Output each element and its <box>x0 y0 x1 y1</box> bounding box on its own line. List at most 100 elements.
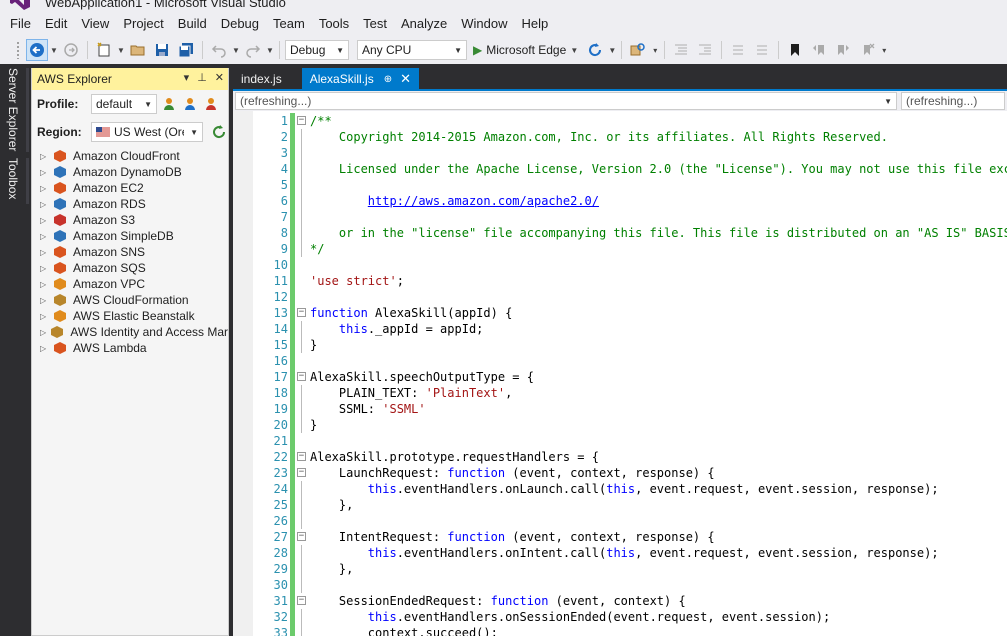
expand-arrow-icon[interactable]: ▷ <box>40 168 50 177</box>
close-icon[interactable]: ✕ <box>215 71 224 84</box>
chevron-down-icon[interactable]: ▼ <box>266 46 274 55</box>
expand-arrow-icon[interactable]: ▷ <box>40 248 50 257</box>
tree-item-aws-cloudformation[interactable]: ▷ AWS CloudFormation <box>32 292 228 308</box>
expand-arrow-icon[interactable]: ▷ <box>40 328 47 337</box>
menu-test[interactable]: Test <box>356 12 394 36</box>
region-dropdown[interactable]: US West (Ore ▼ <box>91 122 203 142</box>
tree-item-amazon-simpledb[interactable]: ▷ Amazon SimpleDB <box>32 228 228 244</box>
pin-icon[interactable]: ⊥ <box>197 71 207 84</box>
add-account-icon[interactable] <box>162 96 178 112</box>
code-line[interactable]: 3 <box>233 145 1007 161</box>
refresh-browser-button[interactable] <box>584 39 606 61</box>
chevron-down-icon[interactable]: ▼ <box>117 46 125 55</box>
code-line[interactable]: 32 this.eventHandlers.onSessionEnded(eve… <box>233 609 1007 625</box>
collapse-region-icon[interactable]: − <box>297 468 306 477</box>
code-line[interactable]: 22− AlexaSkill.prototype.requestHandlers … <box>233 449 1007 465</box>
types-dropdown[interactable]: (refreshing...) ▼ <box>235 92 897 110</box>
code-line[interactable]: 30 <box>233 577 1007 593</box>
tree-item-amazon-sns[interactable]: ▷ Amazon SNS <box>32 244 228 260</box>
redo-button[interactable] <box>242 39 264 61</box>
toolbar-overflow-icon[interactable]: ▾ <box>880 46 888 55</box>
toolbar-overflow-icon[interactable]: ▾ <box>651 46 659 55</box>
menu-help[interactable]: Help <box>515 12 556 36</box>
menu-analyze[interactable]: Analyze <box>394 12 454 36</box>
collapse-region-icon[interactable]: − <box>297 116 306 125</box>
tree-item-amazon-s3[interactable]: ▷ Amazon S3 <box>32 212 228 228</box>
code-line[interactable]: 16 <box>233 353 1007 369</box>
code-line[interactable]: 7 <box>233 209 1007 225</box>
menu-team[interactable]: Team <box>266 12 312 36</box>
new-project-button[interactable] <box>93 39 115 61</box>
expand-arrow-icon[interactable]: ▷ <box>40 184 50 193</box>
tree-item-amazon-rds[interactable]: ▷ Amazon RDS <box>32 196 228 212</box>
code-line[interactable]: 24 this.eventHandlers.onLaunch.call(this… <box>233 481 1007 497</box>
window-position-dropdown-icon[interactable]: ▾ <box>184 71 190 84</box>
code-line[interactable]: 8 or in the "license" file accompanying … <box>233 225 1007 241</box>
code-line[interactable]: 27− IntentRequest: function (event, cont… <box>233 529 1007 545</box>
uncomment-button[interactable] <box>751 39 773 61</box>
code-line[interactable]: 12 <box>233 289 1007 305</box>
code-line[interactable]: 33 context.succeed(); <box>233 625 1007 636</box>
menu-view[interactable]: View <box>74 12 116 36</box>
tree-item-amazon-vpc[interactable]: ▷ Amazon VPC <box>32 276 228 292</box>
save-button[interactable] <box>151 39 173 61</box>
start-debugging-button[interactable]: ▶ Microsoft Edge ▼ <box>469 39 582 61</box>
tab-server-explorer[interactable]: Server Explorer <box>6 68 20 151</box>
code-line[interactable]: 15} <box>233 337 1007 353</box>
tab-index-js[interactable]: index.js <box>233 68 290 90</box>
navigate-forward-button[interactable] <box>60 39 82 61</box>
code-line[interactable]: 21 <box>233 433 1007 449</box>
code-line[interactable]: 10 <box>233 257 1007 273</box>
code-line[interactable]: 6 http://aws.amazon.com/apache2.0/ <box>233 193 1007 209</box>
tab-toolbox[interactable]: Toolbox <box>6 158 20 199</box>
tree-item-aws-lambda[interactable]: ▷ AWS Lambda <box>32 340 228 356</box>
code-line[interactable]: 5 <box>233 177 1007 193</box>
code-line[interactable]: 9 */ <box>233 241 1007 257</box>
code-line[interactable]: 18 PLAIN_TEXT: 'PlainText', <box>233 385 1007 401</box>
delete-account-icon[interactable] <box>204 96 220 112</box>
code-line[interactable]: 1−/** <box>233 113 1007 129</box>
menu-window[interactable]: Window <box>454 12 514 36</box>
menu-tools[interactable]: Tools <box>312 12 356 36</box>
code-line[interactable]: 26 <box>233 513 1007 529</box>
solution-configuration-dropdown[interactable]: Debug ▼ <box>285 40 349 60</box>
find-in-files-button[interactable] <box>627 39 649 61</box>
code-line[interactable]: 29 }, <box>233 561 1007 577</box>
code-line[interactable]: 4 Licensed under the Apache License, Ver… <box>233 161 1007 177</box>
menu-build[interactable]: Build <box>171 12 214 36</box>
collapse-region-icon[interactable]: − <box>297 596 306 605</box>
open-file-button[interactable] <box>127 39 149 61</box>
tree-item-amazon-sqs[interactable]: ▷ Amazon SQS <box>32 260 228 276</box>
menu-edit[interactable]: Edit <box>38 12 74 36</box>
code-line[interactable]: 17− AlexaSkill.speechOutputType = { <box>233 369 1007 385</box>
tab-alexaskill-js[interactable]: AlexaSkill.js ⊕ ✕ <box>301 68 420 90</box>
code-line[interactable]: 19 SSML: 'SSML' <box>233 401 1007 417</box>
collapse-region-icon[interactable]: − <box>297 532 306 541</box>
close-icon[interactable]: ✕ <box>400 71 411 87</box>
members-dropdown[interactable]: (refreshing...) <box>901 92 1005 110</box>
menu-file[interactable]: File <box>3 12 38 36</box>
navigate-back-button[interactable] <box>26 39 48 61</box>
code-line[interactable]: 13− function AlexaSkill(appId) { <box>233 305 1007 321</box>
comment-button[interactable] <box>727 39 749 61</box>
undo-button[interactable] <box>208 39 230 61</box>
next-bookmark-button[interactable] <box>832 39 854 61</box>
menu-project[interactable]: Project <box>116 12 170 36</box>
chevron-down-icon[interactable]: ▼ <box>232 46 240 55</box>
menu-debug[interactable]: Debug <box>214 12 266 36</box>
tree-item-aws-identity-and-access-mar[interactable]: ▷ AWS Identity and Access Mar <box>32 324 228 340</box>
tree-item-amazon-cloudfront[interactable]: ▷ Amazon CloudFront <box>32 148 228 164</box>
code-line[interactable]: 2 Copyright 2014-2015 Amazon.com, Inc. o… <box>233 129 1007 145</box>
code-line[interactable]: 20} <box>233 417 1007 433</box>
expand-arrow-icon[interactable]: ▷ <box>40 264 50 273</box>
tree-item-amazon-dynamodb[interactable]: ▷ Amazon DynamoDB <box>32 164 228 180</box>
solution-platform-dropdown[interactable]: Any CPU ▼ <box>357 40 467 60</box>
profile-dropdown[interactable]: default ▼ <box>91 94 157 114</box>
code-line[interactable]: 11 'use strict'; <box>233 273 1007 289</box>
pin-icon[interactable]: ⊕ <box>384 74 392 85</box>
collapse-region-icon[interactable]: − <box>297 372 306 381</box>
tree-item-aws-elastic-beanstalk[interactable]: ▷ AWS Elastic Beanstalk <box>32 308 228 324</box>
code-line[interactable]: 28 this.eventHandlers.onIntent.call(this… <box>233 545 1007 561</box>
previous-bookmark-button[interactable] <box>808 39 830 61</box>
chevron-down-icon[interactable]: ▼ <box>50 46 58 55</box>
